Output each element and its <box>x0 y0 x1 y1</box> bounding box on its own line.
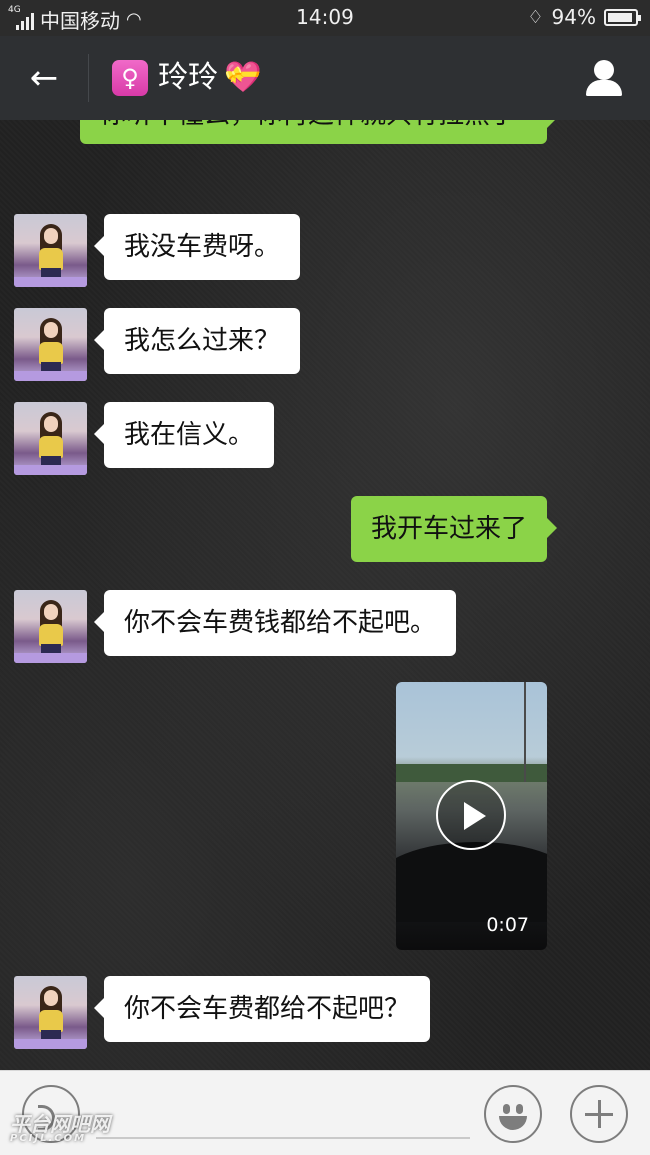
silent-bell-icon: ♢ <box>527 6 544 28</box>
chat-area[interactable]: 你听不懂么，你再这样就只有拉黑了 我没车费呀。 我怎么过来？ 我在信义。 我开车… <box>0 120 650 1070</box>
message-bubble-sent[interactable]: 你听不懂么，你再这样就只有拉黑了 <box>80 120 557 144</box>
message-bubble-received[interactable]: 我没车费呀。 <box>93 214 301 280</box>
contact-avatar[interactable] <box>14 402 87 475</box>
contact-avatar[interactable] <box>14 214 87 287</box>
contact-name[interactable]: 玲玲 <box>158 58 218 98</box>
message-bubble-received[interactable]: 我怎么过来？ <box>93 308 301 374</box>
message-bubble-received[interactable]: 你不会车费都给不起吧？ <box>93 976 431 1042</box>
heart-gift-icon: 💝 <box>224 60 262 95</box>
contact-avatar[interactable] <box>14 308 87 381</box>
message-bubble-received[interactable]: 你不会车费钱都给不起吧。 <box>93 590 457 656</box>
plus-icon[interactable] <box>570 1085 628 1143</box>
play-icon[interactable] <box>436 780 506 850</box>
arrow-left-icon[interactable]: ← <box>22 56 66 100</box>
chat-header: ← ♀ 玲玲 💝 <box>0 36 650 120</box>
message-bubble-sent[interactable]: 我开车过来了 <box>350 496 558 562</box>
message-bubble-received[interactable]: 我在信义。 <box>93 402 275 468</box>
video-message[interactable]: 0:07 <box>396 682 547 950</box>
message-input[interactable] <box>96 1089 470 1139</box>
battery-icon <box>604 8 641 26</box>
smiley-icon[interactable] <box>484 1085 542 1143</box>
person-icon[interactable] <box>582 56 626 100</box>
watermark: 平台网吧网 PCIJL.COM <box>10 1108 110 1144</box>
header-divider <box>88 54 89 102</box>
contact-avatar[interactable] <box>14 590 87 663</box>
video-duration: 0:07 <box>486 914 529 936</box>
contact-avatar[interactable] <box>14 976 87 1049</box>
status-bar: 4G 中国移动 ◠ 14:09 ♢ 94% <box>0 0 650 36</box>
battery-percent: 94% <box>551 5 596 29</box>
female-icon: ♀ <box>112 60 148 96</box>
